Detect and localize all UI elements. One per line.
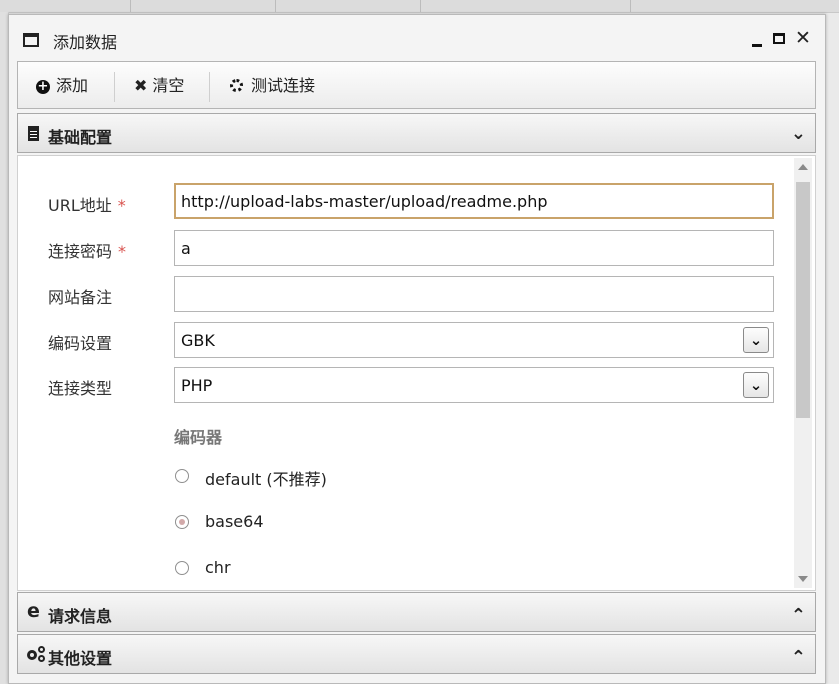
scroll-down-icon[interactable]: [798, 576, 808, 582]
toolbar-divider: [209, 72, 210, 102]
chevron-up-icon: ⌃: [790, 605, 806, 626]
password-label: 连接密码 *: [48, 242, 127, 261]
required-mark: *: [117, 196, 126, 215]
encoding-label: 编码设置: [48, 334, 113, 353]
encoding-value: GBK: [181, 331, 215, 350]
test-connection-button[interactable]: 测试连接: [230, 74, 315, 98]
section-other-title: 其他设置: [48, 649, 113, 668]
type-value: PHP: [181, 376, 213, 395]
section-request-title: 请求信息: [48, 607, 113, 626]
scroll-up-icon[interactable]: [798, 164, 808, 170]
dialog-titlebar[interactable]: 添加数据 ✕: [9, 15, 825, 59]
maximize-icon: [773, 33, 785, 44]
plus-circle-icon: +: [36, 79, 50, 94]
encoder-option-chr[interactable]: chr: [205, 558, 231, 577]
required-mark: *: [118, 242, 127, 261]
type-select[interactable]: PHP ⌄: [174, 367, 774, 403]
document-icon: [28, 126, 39, 141]
window-icon: [23, 33, 39, 47]
gears-icon: [27, 646, 45, 662]
chevron-up-icon: ⌃: [790, 647, 806, 668]
type-label: 连接类型: [48, 379, 113, 398]
encoder-option-default[interactable]: default (不推荐): [205, 466, 327, 490]
section-basic-title: 基础配置: [48, 128, 113, 147]
minimize-button[interactable]: [747, 27, 767, 49]
password-input[interactable]: [174, 230, 774, 266]
section-other-header[interactable]: 其他设置 ⌃: [17, 634, 816, 674]
add-data-dialog: 添加数据 ✕ + 添加 ✖清空 测试连接 基础配置 ⌄ URL地址* 连接密码* …: [8, 14, 826, 684]
dialog-title: 添加数据: [53, 33, 118, 52]
chevron-down-icon: ⌄: [743, 372, 769, 398]
close-button[interactable]: ✕: [793, 27, 813, 49]
dialog-toolbar: + 添加 ✖ 清空 测试连接: [17, 61, 816, 109]
minimize-icon: [752, 44, 762, 47]
basic-config-panel: URL地址* 连接密码* 网站备注 编码设置 GBK ⌄ 连接类型 PHP ⌄ …: [17, 155, 816, 591]
spinner-icon: [230, 79, 243, 92]
note-label: 网站备注: [48, 288, 113, 307]
test-connection-label: 测试连接: [251, 76, 316, 95]
encoder-option-base64[interactable]: base64: [205, 512, 264, 531]
clear-button[interactable]: ✖ 清空: [134, 74, 184, 98]
clear-button-label: 清空: [152, 76, 185, 95]
maximize-button[interactable]: [769, 27, 789, 49]
encoder-radio-base64[interactable]: [175, 515, 189, 529]
add-button-label: 添加: [56, 76, 89, 95]
chevron-down-icon: ⌄: [743, 327, 769, 353]
background-toolbar-strip: [0, 0, 839, 13]
url-input[interactable]: [174, 183, 774, 219]
encoder-group-label: 编码器: [174, 428, 223, 447]
scroll-thumb[interactable]: [796, 182, 810, 418]
chevron-down-icon: ⌄: [790, 123, 806, 144]
encoding-select[interactable]: GBK ⌄: [174, 322, 774, 358]
note-input[interactable]: [174, 276, 774, 312]
encoder-radio-chr[interactable]: [175, 561, 189, 575]
x-icon: ✖: [134, 76, 148, 95]
browser-e-icon: e: [27, 600, 40, 622]
panel-scrollbar[interactable]: [794, 158, 812, 588]
encoder-radio-default[interactable]: [175, 469, 189, 483]
toolbar-divider: [114, 72, 115, 102]
close-icon: ✕: [795, 27, 811, 49]
section-basic-header[interactable]: 基础配置 ⌄: [17, 113, 816, 153]
section-request-header[interactable]: e 请求信息 ⌃: [17, 592, 816, 632]
url-label: URL地址 *: [48, 196, 126, 215]
add-button[interactable]: + 添加: [36, 74, 88, 98]
